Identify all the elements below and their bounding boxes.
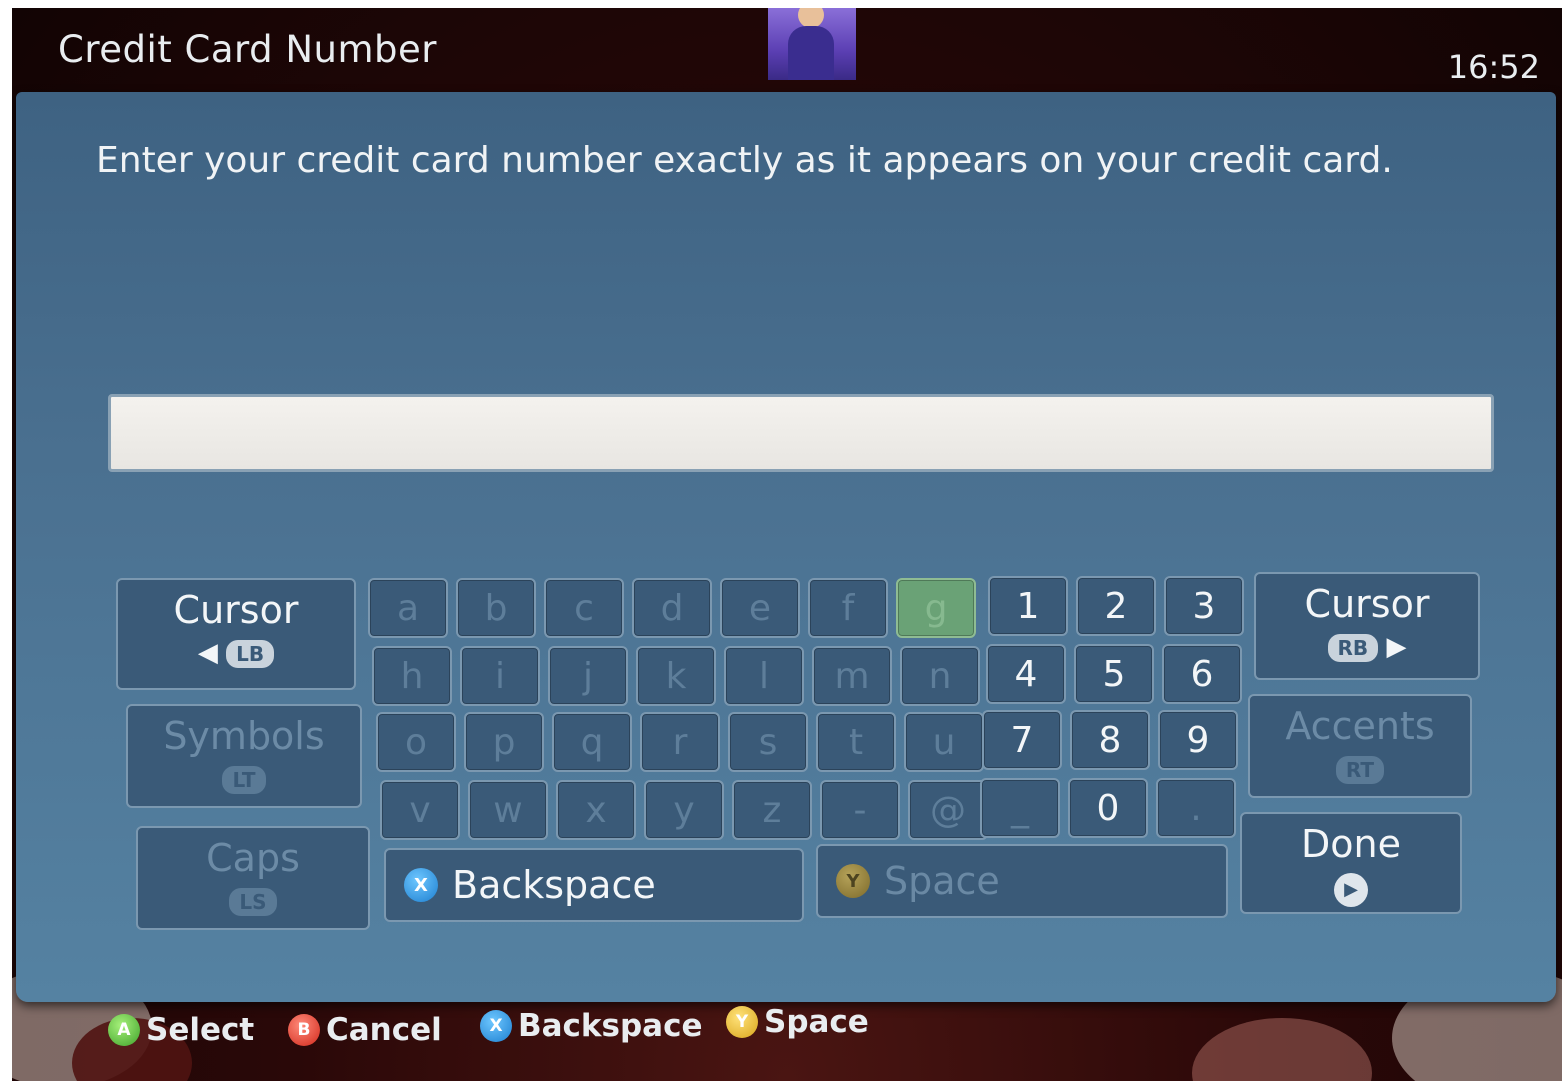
x-button-icon: X bbox=[404, 868, 438, 902]
cursor-left-label: Cursor bbox=[173, 588, 299, 632]
x-button-icon: X bbox=[480, 1010, 512, 1042]
key-l[interactable]: l bbox=[724, 646, 804, 706]
symbols-label: Symbols bbox=[163, 714, 325, 758]
cursor-right-button[interactable]: Cursor RB ▶ bbox=[1254, 572, 1480, 680]
key-r[interactable]: r bbox=[640, 712, 720, 772]
backspace-key[interactable]: X Backspace bbox=[384, 848, 804, 922]
key-underscore[interactable]: _ bbox=[980, 778, 1060, 838]
backspace-key-label: Backspace bbox=[452, 863, 656, 907]
symbols-button[interactable]: Symbols LT bbox=[126, 704, 362, 808]
key-i[interactable]: i bbox=[460, 646, 540, 706]
tv-screen: Credit Card Number 16:52 Enter your cred… bbox=[12, 8, 1562, 1081]
key-f[interactable]: f bbox=[808, 578, 888, 638]
key-2[interactable]: 2 bbox=[1076, 576, 1156, 636]
key-a[interactable]: a bbox=[368, 578, 448, 638]
key-dash[interactable]: - bbox=[820, 780, 900, 840]
keyboard-dialog: Enter your credit card number exactly as… bbox=[16, 92, 1556, 1002]
key-t[interactable]: t bbox=[816, 712, 896, 772]
footer-space-label: Space bbox=[764, 1004, 869, 1040]
footer-backspace-hint: X Backspace bbox=[480, 1004, 703, 1048]
cursor-right-label: Cursor bbox=[1304, 582, 1430, 626]
arrow-right-icon: ▶ bbox=[1386, 632, 1407, 662]
key-3[interactable]: 3 bbox=[1164, 576, 1244, 636]
key-b[interactable]: b bbox=[456, 578, 536, 638]
key-m[interactable]: m bbox=[812, 646, 892, 706]
key-u[interactable]: u bbox=[904, 712, 984, 772]
avatar-head bbox=[798, 8, 824, 28]
key-0[interactable]: 0 bbox=[1068, 778, 1148, 838]
ls-stick-icon: LS bbox=[229, 888, 277, 916]
y-button-icon: Y bbox=[836, 864, 870, 898]
key-w[interactable]: w bbox=[468, 780, 548, 840]
done-label: Done bbox=[1301, 822, 1401, 866]
cursor-left-button[interactable]: Cursor ◀ LB bbox=[116, 578, 356, 690]
key-at[interactable]: @ bbox=[908, 780, 988, 840]
done-button[interactable]: Done ▶ bbox=[1240, 812, 1462, 914]
b-button-icon: B bbox=[288, 1014, 320, 1046]
key-k[interactable]: k bbox=[636, 646, 716, 706]
key-n[interactable]: n bbox=[900, 646, 980, 706]
caps-label: Caps bbox=[206, 836, 300, 880]
key-j[interactable]: j bbox=[548, 646, 628, 706]
key-q[interactable]: q bbox=[552, 712, 632, 772]
key-period[interactable]: . bbox=[1156, 778, 1236, 838]
lb-button-icon: LB bbox=[226, 640, 275, 668]
space-key-label: Space bbox=[884, 859, 1000, 903]
footer-cancel-hint: B Cancel bbox=[288, 1008, 442, 1052]
key-z[interactable]: z bbox=[732, 780, 812, 840]
a-button-icon: A bbox=[108, 1014, 140, 1046]
avatar bbox=[768, 8, 856, 80]
key-h[interactable]: h bbox=[372, 646, 452, 706]
key-8[interactable]: 8 bbox=[1070, 710, 1150, 770]
avatar-body bbox=[788, 26, 834, 80]
key-6[interactable]: 6 bbox=[1162, 644, 1242, 704]
page-title: Credit Card Number bbox=[58, 28, 437, 71]
key-9[interactable]: 9 bbox=[1158, 710, 1238, 770]
space-key[interactable]: Y Space bbox=[816, 844, 1228, 918]
key-c[interactable]: c bbox=[544, 578, 624, 638]
key-p[interactable]: p bbox=[464, 712, 544, 772]
credit-card-input[interactable] bbox=[108, 394, 1494, 472]
instructions-text: Enter your credit card number exactly as… bbox=[96, 140, 1393, 181]
key-e[interactable]: e bbox=[720, 578, 800, 638]
key-s[interactable]: s bbox=[728, 712, 808, 772]
accents-button[interactable]: Accents RT bbox=[1248, 694, 1472, 798]
rb-button-icon: RB bbox=[1327, 634, 1379, 662]
key-d[interactable]: d bbox=[632, 578, 712, 638]
rt-trigger-icon: RT bbox=[1335, 756, 1385, 784]
footer-select-label: Select bbox=[146, 1012, 255, 1048]
caps-button[interactable]: Caps LS bbox=[136, 826, 370, 930]
arrow-left-icon: ◀ bbox=[197, 638, 218, 668]
clock: 16:52 bbox=[1447, 48, 1540, 86]
start-button-icon: ▶ bbox=[1334, 872, 1368, 907]
footer-cancel-label: Cancel bbox=[326, 1012, 442, 1048]
footer-select-hint: A Select bbox=[108, 1008, 254, 1052]
lt-trigger-icon: LT bbox=[222, 766, 266, 794]
y-button-icon: Y bbox=[726, 1006, 758, 1038]
key-v[interactable]: v bbox=[380, 780, 460, 840]
key-5[interactable]: 5 bbox=[1074, 644, 1154, 704]
accents-label: Accents bbox=[1285, 704, 1435, 748]
key-x[interactable]: x bbox=[556, 780, 636, 840]
key-1[interactable]: 1 bbox=[988, 576, 1068, 636]
footer-backspace-label: Backspace bbox=[518, 1008, 703, 1044]
key-4[interactable]: 4 bbox=[986, 644, 1066, 704]
key-y[interactable]: y bbox=[644, 780, 724, 840]
key-o[interactable]: o bbox=[376, 712, 456, 772]
background-cloud-right-2 bbox=[1192, 1018, 1372, 1081]
footer-space-hint: Y Space bbox=[726, 1000, 869, 1044]
key-7[interactable]: 7 bbox=[982, 710, 1062, 770]
key-g[interactable]: g bbox=[896, 578, 976, 638]
